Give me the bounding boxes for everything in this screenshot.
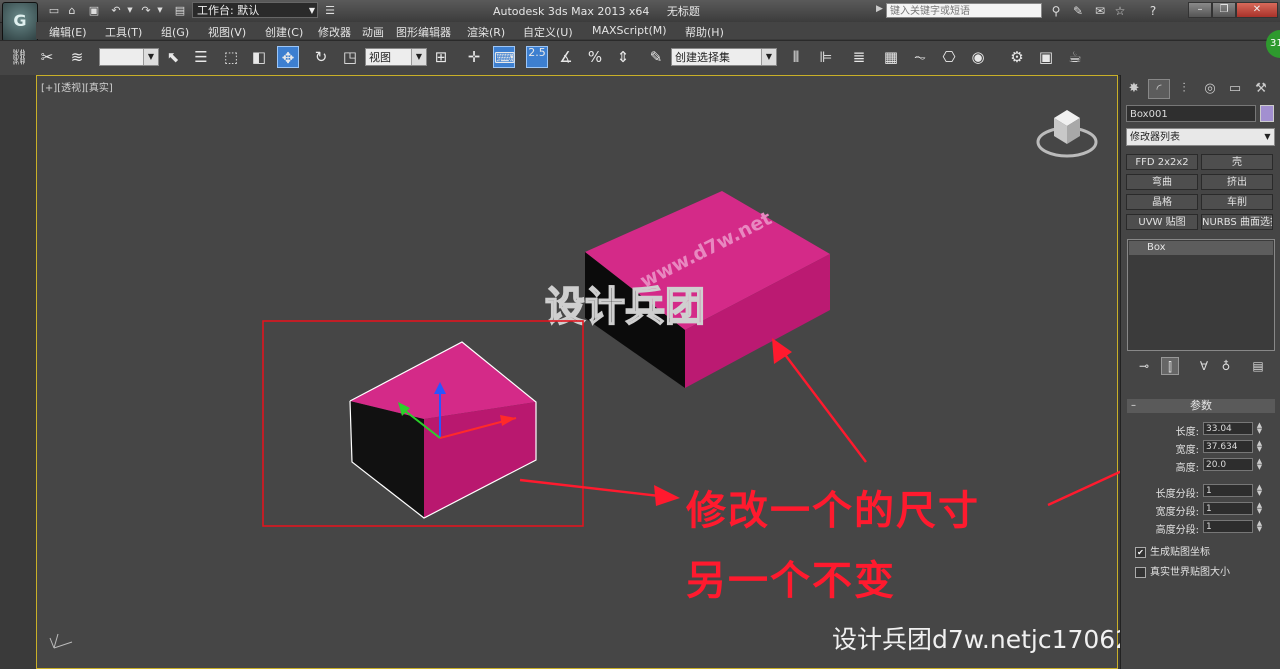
length-input[interactable]: 33.04 xyxy=(1203,422,1253,435)
width-label: 宽度: xyxy=(1175,445,1199,456)
real-world-map-size-checkbox[interactable] xyxy=(1135,566,1146,578)
show-end-result-icon[interactable]: ⫿ xyxy=(1161,357,1179,375)
height-label: 高度: xyxy=(1175,463,1199,474)
stack-item-box[interactable]: Box xyxy=(1129,241,1273,255)
watermark-logo-text: 设计兵团 xyxy=(545,284,705,330)
chevron-down-icon: ▼ xyxy=(1264,132,1271,141)
modifier-button-ffd[interactable]: FFD 2x2x2 xyxy=(1126,154,1198,170)
axis-tripod-y xyxy=(49,637,55,649)
axis-tripod-z xyxy=(53,633,59,649)
gen-mapping-coords-checkbox[interactable]: ✔ xyxy=(1135,546,1146,558)
viewport-scene: www.d7w.net 设计兵团 xyxy=(49,191,867,649)
motion-tab-icon[interactable]: ◎ xyxy=(1199,79,1221,99)
modifier-list-dropdown[interactable]: 修改器列表 ▼ xyxy=(1126,128,1275,146)
close-button[interactable]: ✕ xyxy=(1236,2,1278,18)
pin-stack-icon[interactable]: ⊸ xyxy=(1135,357,1153,375)
height-segs-input[interactable]: 1 xyxy=(1203,520,1253,533)
modifier-list-label: 修改器列表 xyxy=(1130,132,1180,143)
params-rollout-header[interactable]: – 参数 xyxy=(1127,399,1275,413)
modifier-button-uvw-map[interactable]: UVW 贴图 xyxy=(1126,214,1198,230)
command-panel: ✸ ◜ ⫶ ◎ ▭ ⚒ Box001 修改器列表 ▼ FFD 2x2x2 壳 弯… xyxy=(1120,75,1280,669)
display-tab-icon[interactable]: ▭ xyxy=(1224,79,1246,99)
width-segs-spinner-icon[interactable]: ▲ ▼ xyxy=(1255,502,1264,515)
utilities-tab-icon[interactable]: ⚒ xyxy=(1250,79,1272,99)
height-segs-label: 高度分段: xyxy=(1155,525,1199,536)
width-segs-label: 宽度分段: xyxy=(1155,507,1199,518)
annotation-line-1: 修改一个的尺寸 xyxy=(686,488,980,534)
hierarchy-tab-icon[interactable]: ⫶ xyxy=(1173,79,1195,99)
object-color-swatch[interactable] xyxy=(1260,105,1274,122)
length-segs-input[interactable]: 1 xyxy=(1203,484,1253,497)
annotation-line-2: 另一个不变 xyxy=(686,558,896,604)
restore-button[interactable]: ❐ xyxy=(1212,2,1236,18)
modify-tab-icon[interactable]: ◜ xyxy=(1148,79,1170,99)
width-segs-input[interactable]: 1 xyxy=(1203,502,1253,515)
modifier-button-nurbs-surface-select[interactable]: NURBS 曲面选择 xyxy=(1201,214,1273,230)
real-world-map-size-label: 真实世界贴图大小 xyxy=(1150,567,1230,578)
length-segs-spinner-icon[interactable]: ▲ ▼ xyxy=(1255,484,1264,497)
length-spinner-icon[interactable]: ▲ ▼ xyxy=(1255,422,1264,435)
collapse-icon: – xyxy=(1131,400,1136,411)
configure-modifier-sets-icon[interactable]: ▤ xyxy=(1249,357,1267,375)
height-input[interactable]: 20.0 xyxy=(1203,458,1253,471)
minimize-button[interactable]: – xyxy=(1188,2,1212,18)
gen-mapping-coords-label: 生成贴图坐标 xyxy=(1150,547,1210,558)
gen-mapping-coords-row[interactable]: ✔ 生成贴图坐标 xyxy=(1135,543,1210,558)
height-segs-spinner-icon[interactable]: ▲ ▼ xyxy=(1255,520,1264,533)
make-unique-icon[interactable]: ∀ xyxy=(1195,357,1213,375)
params-title: 参数 xyxy=(1190,399,1212,412)
object-name-field[interactable]: Box001 xyxy=(1126,105,1256,122)
annotation-arrow-left xyxy=(519,478,669,499)
length-label: 长度: xyxy=(1175,427,1199,438)
modifier-button-bend[interactable]: 弯曲 xyxy=(1126,174,1198,190)
modifier-button-shell[interactable]: 壳 xyxy=(1201,154,1273,170)
remove-modifier-icon[interactable]: ♁ xyxy=(1217,357,1235,375)
width-input[interactable]: 37.634 xyxy=(1203,440,1253,453)
arrowhead-icon xyxy=(654,485,680,506)
help-icon[interactable]: ? xyxy=(1145,3,1161,19)
height-spinner-icon[interactable]: ▲ ▼ xyxy=(1255,458,1264,471)
viewcube[interactable] xyxy=(1036,104,1098,160)
length-segs-label: 长度分段: xyxy=(1155,489,1199,500)
modifier-button-extrude[interactable]: 挤出 xyxy=(1201,174,1273,190)
annotation-arrow-up xyxy=(779,347,867,463)
small-box-left-side[interactable] xyxy=(350,401,424,518)
axis-tripod-x xyxy=(53,641,73,649)
modifier-button-lattice[interactable]: 晶格 xyxy=(1126,194,1198,210)
create-tab-icon[interactable]: ✸ xyxy=(1123,79,1145,99)
real-world-map-size-row[interactable]: 真实世界贴图大小 xyxy=(1135,563,1230,578)
width-spinner-icon[interactable]: ▲ ▼ xyxy=(1255,440,1264,453)
modifier-button-lathe[interactable]: 车削 xyxy=(1201,194,1273,210)
modifier-stack[interactable]: Box xyxy=(1127,239,1275,351)
